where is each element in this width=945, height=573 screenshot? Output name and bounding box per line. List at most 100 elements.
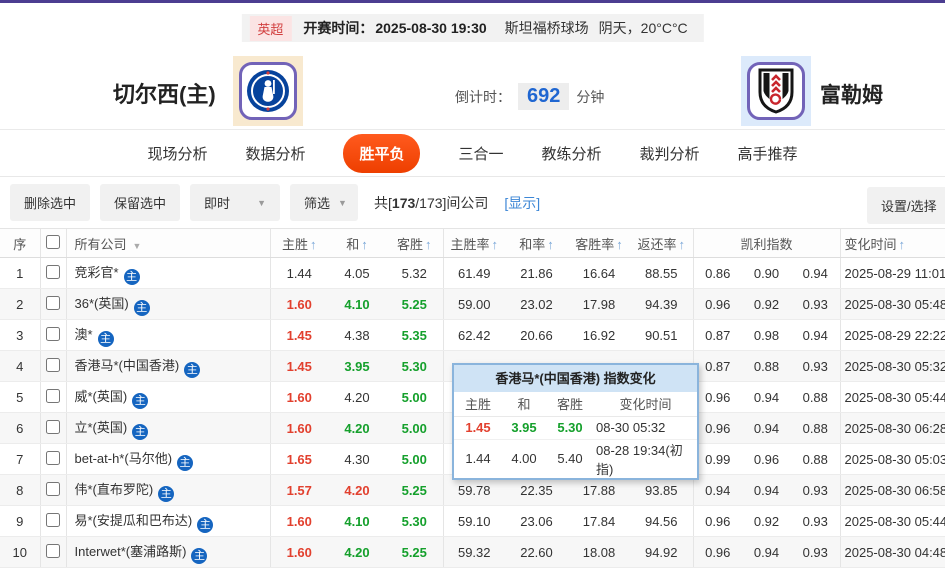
keep-selected-button[interactable]: 保留选中 — [100, 184, 181, 221]
away-odds: 5.00 — [386, 412, 443, 444]
analysis-tabs: 现场分析 数据分析 胜平负 三合一 教练分析 裁判分析 高手推荐 — [0, 130, 945, 177]
home-rate: 59.00 — [442, 288, 505, 320]
home-odds: 1.60 — [269, 412, 328, 444]
tab-three-in-one[interactable]: 三合一 — [458, 143, 503, 164]
primary-company-badge-icon: 主 — [197, 516, 214, 533]
company-name[interactable]: 伟*(直布罗陀) — [75, 482, 154, 497]
header-home-rate-label: 主胜率 — [450, 236, 490, 252]
popup-header-row: 主胜 和 客胜 变化时间 — [454, 392, 697, 417]
row-number: 3 — [0, 319, 40, 351]
away-rate: 18.08 — [568, 536, 630, 568]
delete-selected-button[interactable]: 删除选中 — [10, 184, 91, 221]
tab-referee-analysis[interactable]: 裁判分析 — [640, 143, 700, 164]
header-index: 序 — [0, 228, 40, 258]
draw-odds: 3.95 — [328, 350, 386, 382]
company-name[interactable]: 36*(英国) — [75, 296, 129, 311]
popup-row: 1.44 4.00 5.40 08-28 19:34(初指) — [454, 439, 697, 478]
settings-select-button[interactable]: 设置/选择 — [867, 187, 945, 224]
header-draw-rate[interactable]: 和率 ↑ — [505, 228, 568, 258]
company-name[interactable]: 香港马*(中国香港) — [75, 358, 180, 373]
kelly-away: 0.88 — [791, 443, 840, 475]
popup-draw-odds: 4.00 — [511, 451, 537, 466]
row-checkbox[interactable] — [46, 264, 60, 279]
company-cell: 香港马*(中国香港) 主 — [65, 350, 270, 382]
header-away-odds-label: 客胜 — [396, 236, 423, 252]
sort-up-icon[interactable]: ↑ — [425, 237, 432, 252]
instant-odds-dropdown[interactable]: 即时 ▼ — [190, 184, 281, 221]
popup-header-home: 主胜 — [454, 392, 502, 417]
row-checkbox-cell — [39, 474, 66, 506]
kelly-away: 0.93 — [791, 536, 840, 568]
header-payout-rate[interactable]: 返还率 ↑ — [630, 228, 693, 258]
tab-live-analysis[interactable]: 现场分析 — [147, 143, 207, 164]
header-away-rate-label: 客胜率 — [575, 236, 615, 252]
row-checkbox[interactable] — [46, 450, 60, 465]
filter-dropdown-label: 筛选 — [304, 196, 331, 211]
row-checkbox[interactable] — [46, 388, 60, 403]
header-home-rate[interactable]: 主胜率 ↑ — [442, 228, 505, 258]
away-odds: 5.00 — [386, 381, 443, 413]
chevron-down-icon: ▼ — [257, 197, 267, 208]
row-checkbox[interactable] — [46, 419, 60, 434]
chevron-down-icon[interactable]: ▼ — [133, 241, 142, 251]
row-checkbox[interactable] — [46, 512, 60, 527]
select-all-checkbox[interactable] — [46, 234, 60, 249]
row-checkbox-cell — [39, 319, 66, 351]
change-time: 2025-08-30 04:48 — [839, 536, 945, 568]
sort-up-icon[interactable]: ↑ — [361, 237, 368, 252]
league-badge[interactable]: 英超 — [249, 15, 292, 41]
header-home-odds[interactable]: 主胜 ↑ — [269, 228, 328, 258]
company-name[interactable]: 澳* — [75, 327, 93, 342]
filter-dropdown[interactable]: 筛选 ▼ — [290, 184, 359, 221]
row-checkbox[interactable] — [46, 543, 60, 558]
company-name[interactable]: 易*(安提瓜和巴布达) — [75, 513, 193, 528]
sort-up-icon[interactable]: ↑ — [547, 237, 554, 252]
payout-rate: 94.92 — [630, 536, 693, 568]
away-team-badge — [741, 56, 811, 126]
primary-company-badge-icon: 主 — [177, 454, 194, 471]
row-number: 9 — [0, 505, 40, 537]
kelly-draw: 0.94 — [742, 412, 791, 444]
show-link[interactable]: [显示] — [504, 193, 540, 213]
header-away-odds[interactable]: 客胜 ↑ — [386, 228, 443, 258]
tab-data-analysis[interactable]: 数据分析 — [245, 143, 305, 164]
row-checkbox[interactable] — [46, 326, 60, 341]
tab-win-draw-lose[interactable]: 胜平负 — [343, 133, 421, 173]
company-name[interactable]: bet-at-h*(马尔他) — [75, 451, 173, 466]
row-checkbox[interactable] — [46, 295, 60, 310]
company-name[interactable]: 竞彩官* — [75, 265, 119, 280]
tab-coach-analysis[interactable]: 教练分析 — [542, 143, 602, 164]
draw-rate: 23.06 — [505, 505, 568, 537]
sort-up-icon[interactable]: ↑ — [310, 237, 317, 252]
company-name[interactable]: 威*(英国) — [75, 389, 128, 404]
kelly-draw: 0.92 — [742, 288, 791, 320]
popup-header-away: 客胜 — [546, 392, 594, 417]
header-company[interactable]: 所有公司 ▼ — [65, 228, 270, 258]
payout-rate: 88.55 — [630, 257, 693, 289]
company-cell: 澳* 主 — [65, 319, 270, 351]
company-cell: 威*(英国) 主 — [65, 381, 270, 413]
sort-up-icon[interactable]: ↑ — [492, 237, 499, 252]
home-odds: 1.60 — [269, 288, 328, 320]
company-name[interactable]: Interwet*(塞浦路斯) — [75, 544, 187, 559]
header-draw-odds[interactable]: 和 ↑ — [328, 228, 386, 258]
row-checkbox[interactable] — [46, 481, 60, 496]
change-time: 2025-08-29 11:01 — [839, 257, 945, 289]
header-away-rate[interactable]: 客胜率 ↑ — [568, 228, 630, 258]
company-cell: 易*(安提瓜和巴布达) 主 — [65, 505, 270, 537]
sort-up-icon[interactable]: ↑ — [616, 237, 623, 252]
popup-title: 香港马*(中国香港) 指数变化 — [454, 365, 697, 392]
header-change-time[interactable]: 变化时间 ↑ — [839, 228, 945, 258]
fulham-crest-icon — [747, 62, 805, 120]
kelly-away: 0.94 — [791, 257, 840, 289]
header-company-label: 所有公司 — [74, 236, 127, 252]
row-checkbox[interactable] — [46, 357, 60, 372]
header-draw-rate-label: 和率 — [519, 236, 546, 252]
sort-up-icon[interactable]: ↑ — [899, 237, 906, 252]
tab-expert-picks[interactable]: 高手推荐 — [738, 143, 798, 164]
row-checkbox-cell — [39, 381, 66, 413]
company-name[interactable]: 立*(英国) — [75, 420, 128, 435]
row-number: 4 — [0, 350, 40, 382]
home-rate: 62.42 — [442, 319, 505, 351]
sort-up-icon[interactable]: ↑ — [679, 237, 686, 252]
